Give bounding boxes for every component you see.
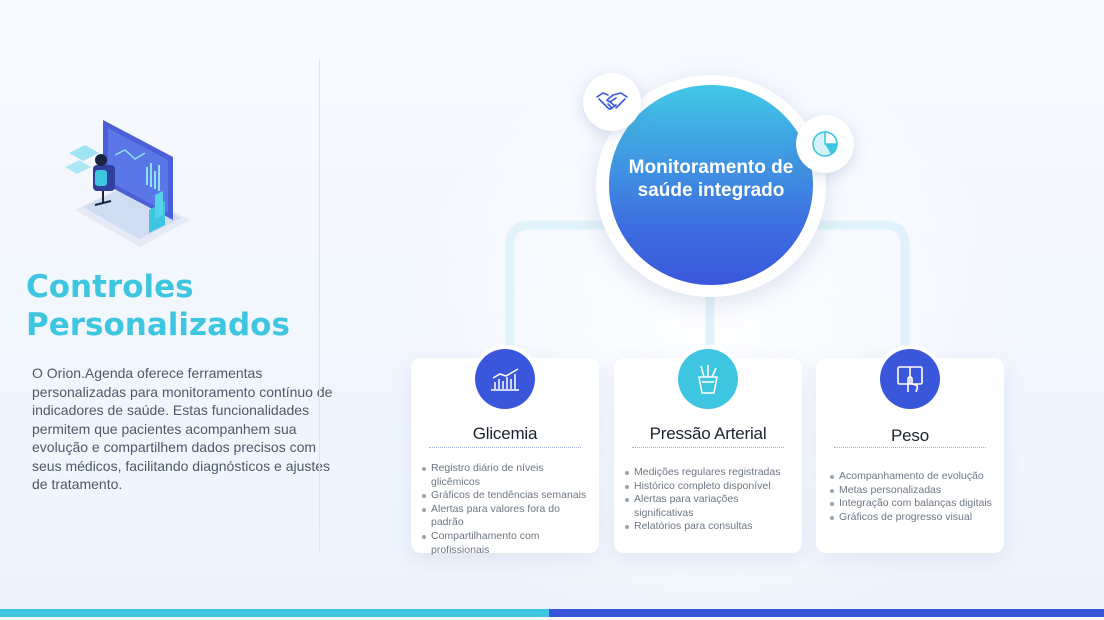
list-item: Gráficos de progresso visual: [825, 511, 1000, 525]
pressao-feature-list: Medições regulares registradas Histórico…: [620, 466, 798, 534]
list-item: Relatórios para consultas: [620, 520, 798, 534]
list-item: Integração com balanças digitais: [825, 497, 1000, 511]
computer-analytics-illustration: [65, 120, 190, 247]
pie-chart-icon: [812, 131, 838, 157]
card-divider: [632, 447, 784, 448]
vertical-divider: [319, 60, 320, 552]
hub-circle: Monitoramento de saúde integrado: [609, 85, 813, 285]
handshake-bubble: [583, 73, 641, 131]
page-description: O Orion.Agenda oferece ferramentas perso…: [32, 365, 333, 492]
list-item: Alertas para variações significativas: [620, 493, 798, 520]
list-item: Histórico completo disponível: [620, 480, 798, 494]
list-item: Compartilhamento com profissionais: [417, 530, 595, 557]
bar-chart-icon: [491, 368, 519, 391]
glicemia-feature-list: Registro diário de níveis glicêmicos Grá…: [417, 462, 595, 557]
list-item: Gráficos de tendências semanais: [417, 489, 595, 503]
pie-chart-bubble: [796, 115, 854, 173]
glicemia-card: Glicemia Registro diário de níveis glicê…: [411, 345, 599, 556]
peso-feature-list: Acompanhamento de evolução Metas persona…: [825, 470, 1000, 524]
peso-icon-ring: [876, 345, 944, 413]
list-item: Medições regulares registradas: [620, 466, 798, 480]
list-item: Alertas para valores fora do padrão: [417, 503, 595, 530]
pressao-arterial-card: Pressão Arterial Medições regulares regi…: [614, 345, 802, 553]
glicemia-icon-ring: [471, 345, 539, 413]
bottom-bar-cyan: [0, 609, 549, 617]
pressao-icon-ring: [674, 345, 742, 413]
bottom-bar-blue: [549, 609, 1104, 617]
pencil-cup-icon: [698, 365, 718, 394]
card-divider: [429, 447, 581, 448]
card-title: Glicemia: [472, 424, 538, 443]
card-divider: [834, 447, 986, 448]
list-item: Metas personalizadas: [825, 484, 1000, 498]
touch-screen-icon: [897, 366, 923, 393]
list-item: Registro diário de níveis glicêmicos: [417, 462, 595, 489]
card-title: Peso: [891, 426, 929, 445]
hub-title: Monitoramento de saúde integrado: [628, 157, 794, 201]
card-title: Pressão Arterial: [649, 424, 767, 443]
page-heading: Controles Personalizados: [26, 269, 290, 343]
handshake-icon: [596, 92, 628, 110]
list-item: Acompanhamento de evolução: [825, 470, 1000, 484]
peso-card: Peso Acompanhamento de evolução Metas pe…: [816, 345, 1004, 553]
